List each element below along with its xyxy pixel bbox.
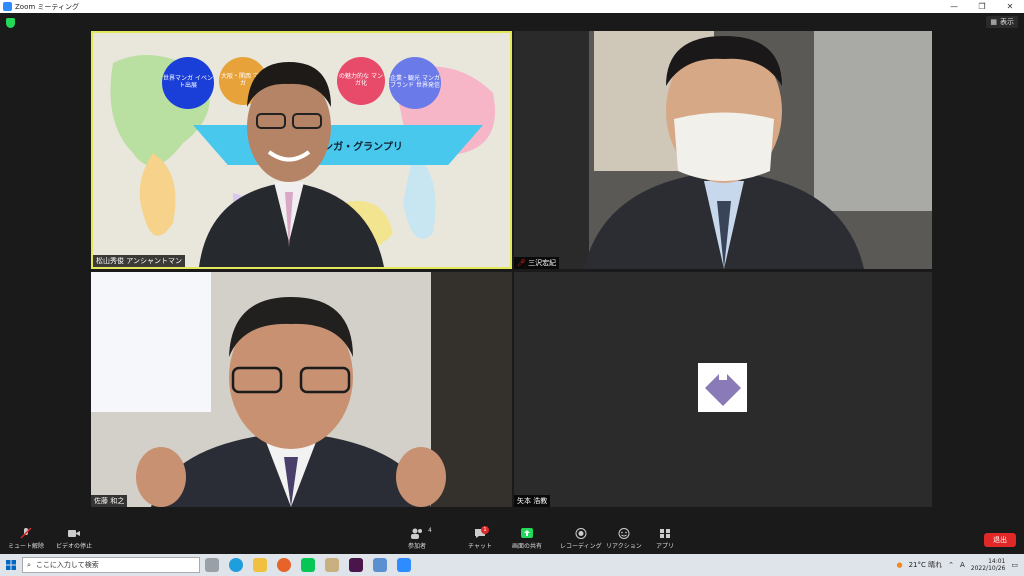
share-screen-button[interactable]: 画面の共有: [512, 528, 542, 550]
close-button[interactable]: ✕: [996, 0, 1024, 13]
search-placeholder: ここに入力して検索: [35, 561, 99, 569]
weather-text[interactable]: 21°C 晴れ: [909, 560, 943, 570]
app-icon[interactable]: [373, 558, 387, 572]
start-button[interactable]: [0, 554, 22, 576]
windows-taskbar: ⌕ ここに入力して検索 ● 21°C 晴れ ⌃ A 14:01 2022/10/…: [0, 554, 1024, 576]
participant-video-1: [199, 62, 384, 267]
grid-icon: ▦: [990, 18, 997, 26]
participant-name-4: 矢本 浩教: [514, 495, 551, 507]
diamond-avatar-icon: [704, 369, 741, 406]
system-tray: ● 21°C 晴れ ⌃ A 14:01 2022/10/26 ▭: [896, 554, 1024, 576]
zoom-logo-icon: [3, 2, 12, 11]
participant-name-3: 佐藤 和之: [91, 495, 128, 507]
record-icon: [575, 528, 587, 539]
smiley-icon: [618, 528, 630, 539]
participant-name-1: 松山秀俊 アンシャントマン: [93, 255, 185, 267]
tray-chevron-icon[interactable]: ⌃: [948, 561, 954, 569]
task-view-icon[interactable]: [205, 558, 219, 572]
zoom-app-icon[interactable]: [397, 558, 411, 572]
participant-name-2: 🎤︎ 三沢宏紀: [514, 257, 560, 269]
slide-bubble-4: 企業・観光 マンガブランド 世界発信: [389, 57, 441, 109]
participant-video-3: [91, 272, 512, 507]
leave-button[interactable]: 退出: [984, 533, 1016, 547]
participants-label: 参加者: [408, 543, 427, 550]
paint-app-icon[interactable]: [325, 558, 339, 572]
window-titlebar: Zoom ミーティング — ❐ ✕: [0, 0, 1024, 13]
slack-app-icon[interactable]: [349, 558, 363, 572]
apps-label: アプリ: [656, 543, 675, 550]
clock-time: 14:01: [988, 557, 1006, 565]
minimize-button[interactable]: —: [940, 0, 968, 13]
mute-button[interactable]: ミュート解除: [8, 528, 44, 550]
video-camera-icon: [68, 530, 80, 537]
reactions-label: リアクション: [606, 543, 642, 550]
video-tile-2[interactable]: 🎤︎ 三沢宏紀: [514, 31, 932, 269]
mic-muted-icon: [20, 528, 32, 539]
video-tile-1[interactable]: 世界マンガ イベント出展 大阪・関西 マンガ の魅力的な マンガ化 企業・観光 …: [91, 31, 512, 269]
mute-label: ミュート解除: [8, 543, 45, 550]
view-button[interactable]: ▦ 表示: [986, 16, 1018, 28]
participants-button[interactable]: 参加者: [408, 528, 426, 550]
share-screen-icon: [521, 528, 533, 538]
share-label: 画面の共有: [512, 543, 543, 550]
window-controls: — ❐ ✕: [940, 0, 1024, 13]
window-title: Zoom ミーティング: [15, 2, 79, 11]
meeting-area: ▦ 表示 世界マンガ イベント出展 大阪・関西 マンガ の魅力的な マンガ化 企…: [0, 13, 1024, 526]
apps-button[interactable]: アプリ: [656, 528, 674, 550]
search-icon: ⌕: [27, 560, 31, 569]
view-button-label: 表示: [1000, 18, 1014, 26]
windows-logo-icon: [6, 560, 16, 570]
video-tile-3[interactable]: 佐藤 和之: [91, 272, 512, 507]
edge-browser-icon[interactable]: [229, 558, 243, 572]
video-button[interactable]: ビデオの停止: [56, 528, 92, 550]
chat-badge: 1: [481, 526, 489, 534]
participants-icon: [411, 528, 422, 539]
video-tile-4[interactable]: 矢本 浩教: [514, 272, 932, 507]
firefox-icon[interactable]: [277, 558, 291, 572]
participant-name-2-text: 三沢宏紀: [528, 259, 557, 267]
video-label: ビデオの停止: [56, 543, 93, 550]
maximize-button[interactable]: ❐: [968, 0, 996, 13]
record-label: レコーディング: [560, 543, 602, 550]
muted-mic-icon: 🎤︎: [517, 259, 526, 267]
taskbar-clock[interactable]: 14:01 2022/10/26: [971, 558, 1006, 572]
ime-indicator[interactable]: A: [960, 561, 965, 569]
line-app-icon[interactable]: [301, 558, 315, 572]
notifications-icon[interactable]: ▭: [1011, 561, 1018, 569]
apps-icon: [660, 529, 670, 538]
file-explorer-icon[interactable]: [253, 558, 267, 572]
participant-avatar: [698, 363, 747, 412]
record-button[interactable]: レコーディング: [560, 528, 602, 550]
participants-count: 4: [428, 527, 432, 534]
chat-label: チャット: [468, 543, 492, 550]
taskbar-search[interactable]: ⌕ ここに入力して検索: [22, 557, 200, 573]
clock-date: 2022/10/26: [970, 565, 1006, 572]
meeting-toolbar: ミュート解除 ビデオの停止 参加者 4 チャット 1 画面の共有 レコーディング…: [0, 526, 1024, 554]
weather-icon: ●: [896, 561, 903, 569]
reactions-button[interactable]: リアクション: [606, 528, 642, 550]
security-shield-icon[interactable]: [6, 18, 15, 28]
participant-video-2: [514, 31, 932, 269]
